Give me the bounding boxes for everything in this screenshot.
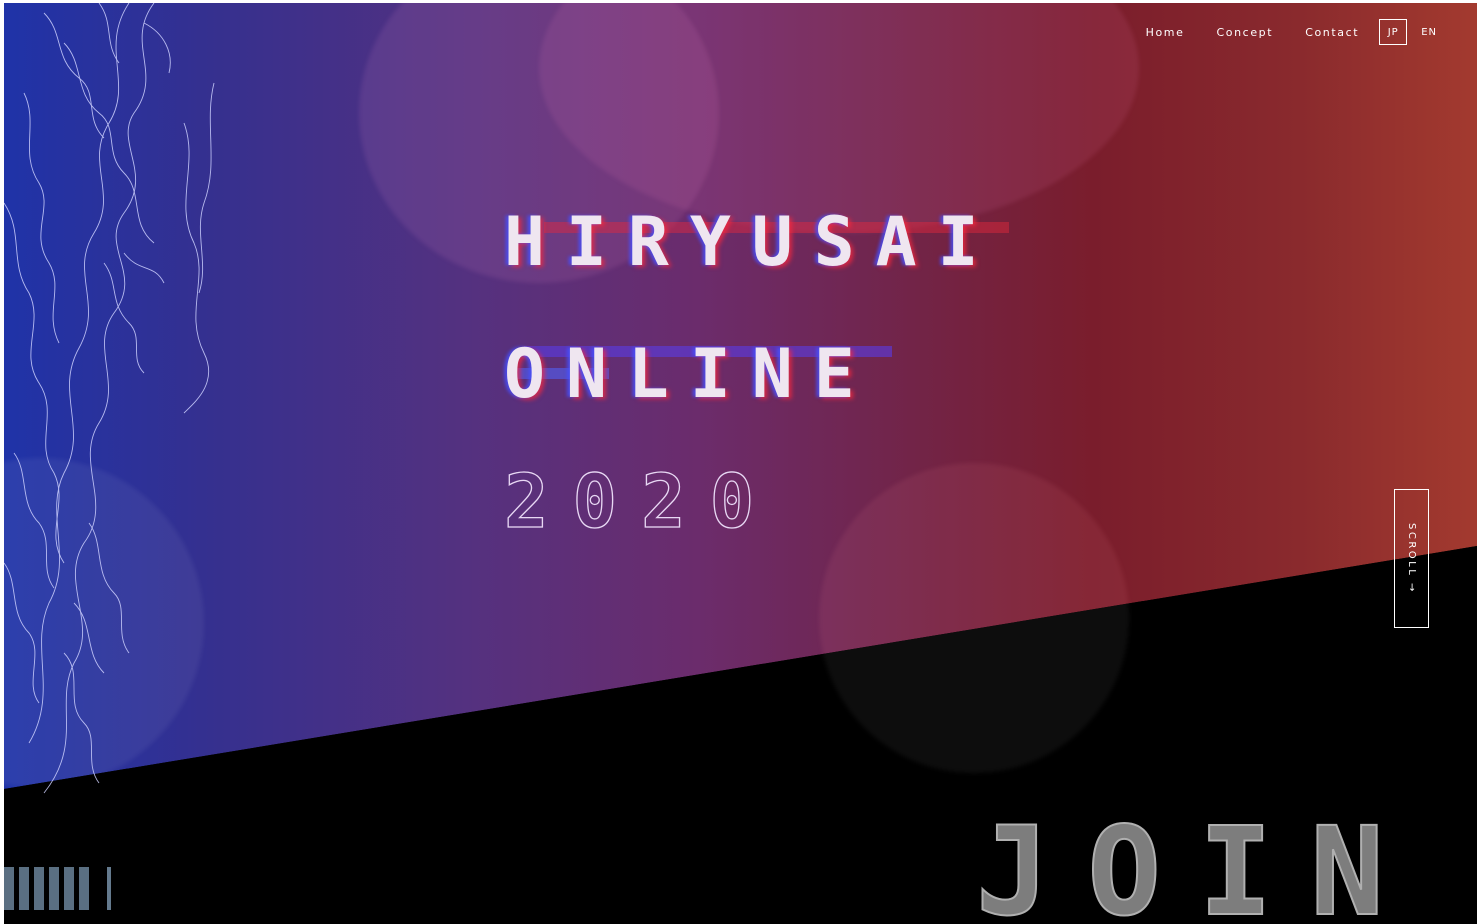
scroll-button[interactable]: SCROLL → (1394, 489, 1429, 628)
scroll-label: SCROLL → (1406, 523, 1417, 594)
nav-link-home[interactable]: Home (1146, 26, 1185, 39)
nav-link-contact[interactable]: Contact (1305, 26, 1359, 39)
dragon-line-art-icon (4, 3, 215, 794)
lang-en-button[interactable]: EN (1421, 27, 1437, 38)
language-switcher: JP EN (1379, 19, 1437, 45)
lang-jp-button[interactable]: JP (1379, 19, 1408, 45)
progress-bars-icon (4, 867, 116, 910)
join-heading[interactable]: JOIN (975, 810, 1422, 924)
hero-year: 2020 (503, 459, 779, 545)
nav-link-concept[interactable]: Concept (1216, 26, 1273, 39)
hero-title-line2: ONLINE (504, 335, 876, 414)
hero-title-line1: HIRYUSAI (504, 203, 1000, 282)
top-navigation: Home Concept Contact JP EN (1114, 19, 1437, 45)
hero-stage: Home Concept Contact JP EN HIRYUSAI ONLI… (4, 3, 1477, 924)
